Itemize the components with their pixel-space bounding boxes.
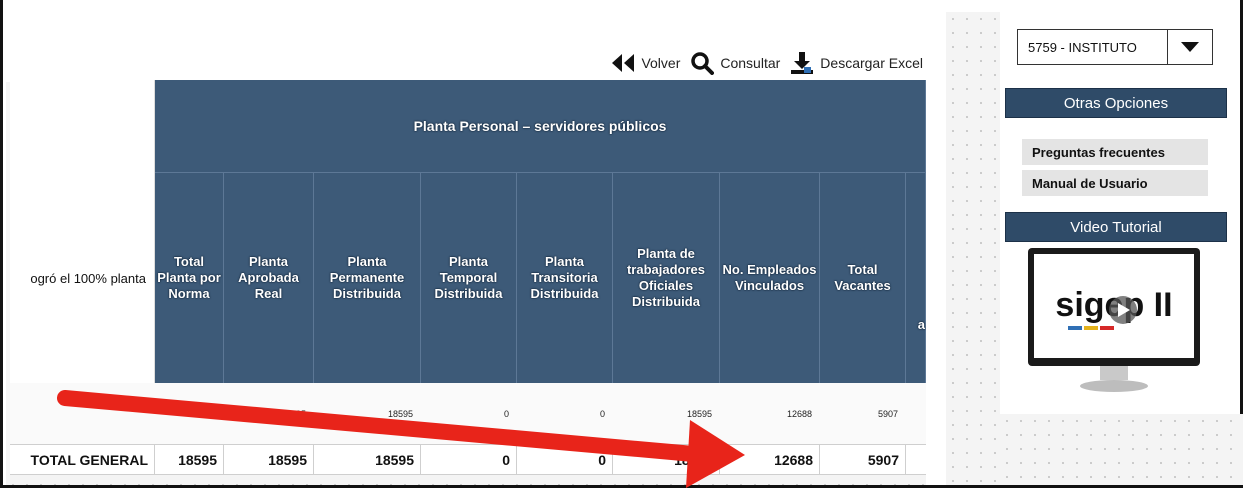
- total-cell: 18595: [155, 445, 224, 475]
- table-edge: [926, 80, 946, 485]
- group-header: Planta Personal – servidores públicos: [155, 80, 926, 173]
- col-header-planta-permanente: Planta Permanente Distribuida: [314, 173, 421, 383]
- consultar-label: Consultar: [720, 55, 781, 71]
- col-header-planta-transitoria: Planta Transitoria Distribuida: [517, 173, 613, 383]
- data-cell: 12688: [786, 409, 812, 419]
- preguntas-frecuentes-link[interactable]: Preguntas frecuentes: [1022, 139, 1208, 165]
- left-header-text: ogró el 100% planta: [10, 173, 155, 383]
- volver-label: Volver: [641, 55, 681, 71]
- data-cell: 18595: [280, 409, 306, 419]
- download-icon: [790, 51, 814, 75]
- left-header-blank: [10, 80, 155, 173]
- total-cell: 0: [517, 445, 613, 475]
- col-header-planta-temporal: Planta Temporal Distribuida: [421, 173, 517, 383]
- data-cell: 5907: [877, 409, 898, 419]
- rewind-icon: [611, 51, 635, 75]
- entity-select-value: 5759 - INSTITUTO: [1028, 39, 1137, 55]
- monitor-icon: sigep II: [1028, 248, 1200, 392]
- sidebar-bottom-pattern: [1000, 414, 1243, 485]
- search-icon: [690, 51, 715, 75]
- video-tutorial-heading: Video Tutorial: [1005, 212, 1227, 242]
- descargar-excel-button[interactable]: Descargar Excel: [790, 51, 923, 75]
- chevron-down-icon[interactable]: [1167, 30, 1212, 64]
- col-header-trabajadores-oficiales: Planta de trabajadores Oficiales Distrib…: [613, 173, 720, 383]
- total-cell: 18595: [613, 445, 720, 475]
- manual-usuario-link[interactable]: Manual de Usuario: [1022, 170, 1208, 196]
- otras-opciones-heading: Otras Opciones: [1005, 88, 1227, 118]
- toolbar: Volver Consultar Descargar Excel: [607, 48, 923, 78]
- data-cell: 0: [503, 409, 509, 419]
- total-cell: 5907: [820, 445, 906, 475]
- consultar-button[interactable]: Consultar: [690, 51, 780, 75]
- total-cell: 18595: [224, 445, 314, 475]
- col-header-planta-aprobada: Planta Aprobada Real: [224, 173, 314, 383]
- data-cell: 0: [599, 409, 605, 419]
- data-cell: [155, 383, 224, 445]
- col-header-partial: a: [906, 173, 926, 383]
- col-header-total-planta: Total Planta por Norma: [155, 173, 224, 383]
- planta-table: ogró el 100% planta Planta Personal – se…: [10, 80, 926, 485]
- data-cell: 18595: [387, 409, 413, 419]
- video-tutorial-thumbnail[interactable]: sigep II: [1028, 248, 1200, 400]
- total-general-label: TOTAL GENERAL: [10, 445, 155, 475]
- col-header-empleados-vinculados: No. Empleados Vinculados: [720, 173, 820, 383]
- total-cell: 0: [421, 445, 517, 475]
- data-cell: 18595: [686, 409, 712, 419]
- entity-select[interactable]: 5759 - INSTITUTO: [1017, 29, 1213, 65]
- volver-button[interactable]: Volver: [611, 51, 680, 75]
- total-cell: 18595: [314, 445, 421, 475]
- sidebar-gutter: [946, 12, 1000, 485]
- total-cell: 12688: [720, 445, 820, 475]
- descargar-label: Descargar Excel: [820, 55, 923, 71]
- col-header-total-vacantes: Total Vacantes: [820, 173, 906, 383]
